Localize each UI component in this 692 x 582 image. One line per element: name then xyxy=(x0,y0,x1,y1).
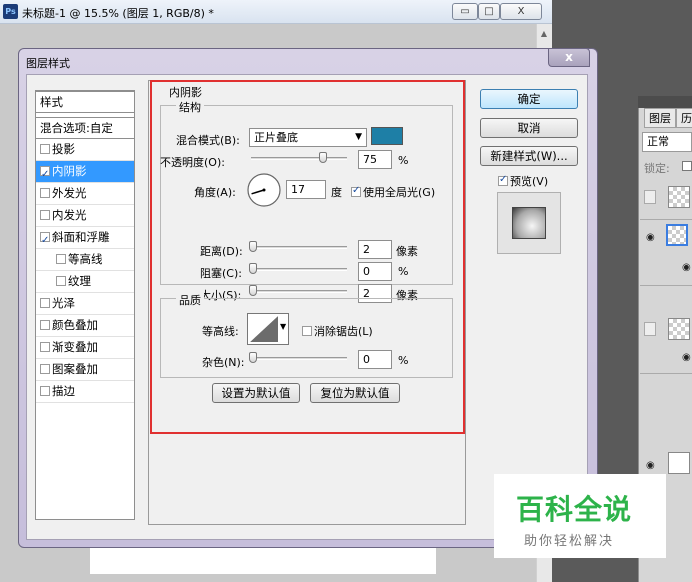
highlight-frame xyxy=(150,80,465,434)
inner-shadow-checkbox[interactable] xyxy=(40,164,50,185)
layers-panel-header xyxy=(638,96,692,108)
lock-transparency-checkbox[interactable] xyxy=(682,161,692,171)
style-item-label: 颜色叠加 xyxy=(52,318,98,332)
style-item-contour[interactable]: 等高线 xyxy=(36,249,134,271)
style-item-gradient-overlay[interactable]: 渐变叠加 xyxy=(36,337,134,359)
preview-label: 预览(V) xyxy=(510,175,549,188)
style-item-bevel-emboss[interactable]: 斜面和浮雕 xyxy=(36,227,134,251)
document-title: 未标题-1 @ 15.5% (图层 1, RGB/8) * xyxy=(22,7,214,20)
preview-swatch xyxy=(512,207,546,239)
tab-layers[interactable]: 图层 xyxy=(644,108,676,128)
preview-option[interactable]: 预览(V) xyxy=(498,173,548,189)
style-item-label: 纹理 xyxy=(68,274,91,288)
visibility-toggle[interactable] xyxy=(644,322,656,336)
layer-thumbnail xyxy=(668,186,690,208)
dialog-close-button[interactable]: x xyxy=(548,48,590,67)
blending-options-item[interactable]: 混合选项:自定 xyxy=(36,117,134,139)
style-item-label: 斜面和浮雕 xyxy=(52,230,110,244)
style-list: 样式 混合选项:自定 投影 内阴影 外发光 内发光 斜面和浮雕 等高线 纹理 光… xyxy=(35,90,135,520)
style-item-label: 内发光 xyxy=(52,208,87,222)
gradient-overlay-checkbox[interactable] xyxy=(40,342,50,352)
eye-icon[interactable]: ◉ xyxy=(682,262,692,273)
style-list-header[interactable]: 样式 xyxy=(36,91,134,113)
style-item-stroke[interactable]: 描边 xyxy=(36,381,134,403)
photoshop-icon: Ps xyxy=(3,4,18,19)
layer-row[interactable]: ◉ xyxy=(640,314,692,374)
style-item-label: 描边 xyxy=(52,384,75,398)
layer-thumbnail xyxy=(668,452,690,474)
style-item-label: 渐变叠加 xyxy=(52,340,98,354)
visibility-toggle[interactable] xyxy=(644,190,656,204)
drop-shadow-checkbox[interactable] xyxy=(40,144,50,154)
style-item-label: 光泽 xyxy=(52,296,75,310)
style-item-satin[interactable]: 光泽 xyxy=(36,293,134,315)
style-item-label: 外发光 xyxy=(52,186,87,200)
style-item-drop-shadow[interactable]: 投影 xyxy=(36,139,134,161)
style-item-pattern-overlay[interactable]: 图案叠加 xyxy=(36,359,134,381)
layer-thumbnail xyxy=(666,224,688,246)
layers-lock-label: 锁定: xyxy=(644,162,670,175)
dialog-title: 图层样式 xyxy=(26,57,70,70)
stroke-checkbox[interactable] xyxy=(40,386,50,396)
cancel-button[interactable]: 取消 xyxy=(480,118,578,138)
style-item-inner-glow[interactable]: 内发光 xyxy=(36,205,134,227)
preview-checkbox[interactable] xyxy=(498,174,508,186)
layers-blend-mode-select[interactable]: 正常 xyxy=(642,132,692,152)
style-item-texture[interactable]: 纹理 xyxy=(36,271,134,293)
tab-history[interactable]: 历 xyxy=(676,108,692,128)
layer-row[interactable] xyxy=(640,184,692,220)
satin-checkbox[interactable] xyxy=(40,298,50,308)
bevel-emboss-checkbox[interactable] xyxy=(40,230,50,251)
preview-box xyxy=(497,192,561,254)
style-item-label: 内阴影 xyxy=(52,164,87,178)
contour-checkbox[interactable] xyxy=(56,254,66,264)
style-item-inner-shadow[interactable]: 内阴影 xyxy=(36,161,134,185)
style-item-label: 投影 xyxy=(52,142,75,156)
style-item-outer-glow[interactable]: 外发光 xyxy=(36,183,134,205)
new-style-button[interactable]: 新建样式(W)... xyxy=(480,146,578,166)
outer-glow-checkbox[interactable] xyxy=(40,188,50,198)
style-item-color-overlay[interactable]: 颜色叠加 xyxy=(36,315,134,337)
ok-button[interactable]: 确定 xyxy=(480,89,578,109)
scroll-up-arrow-icon[interactable]: ▲ xyxy=(538,28,550,40)
watermark-title: 百科全说 xyxy=(516,493,633,526)
maximize-button[interactable]: □ xyxy=(478,3,500,20)
layer-thumbnail xyxy=(668,318,690,340)
style-item-label: 等高线 xyxy=(68,252,103,266)
document-close-button[interactable]: X xyxy=(500,3,542,20)
inner-glow-checkbox[interactable] xyxy=(40,210,50,220)
style-item-label: 图案叠加 xyxy=(52,362,98,376)
layer-row[interactable]: ◉ ◉ xyxy=(640,222,692,286)
pattern-overlay-checkbox[interactable] xyxy=(40,364,50,374)
eye-icon[interactable]: ◉ xyxy=(682,352,692,363)
eye-icon[interactable]: ◉ xyxy=(646,232,660,243)
minimize-button[interactable]: ▭ xyxy=(452,3,478,20)
watermark-subtitle: 助你轻松解决 xyxy=(524,534,615,549)
eye-icon[interactable]: ◉ xyxy=(646,460,660,471)
texture-checkbox[interactable] xyxy=(56,276,66,286)
color-overlay-checkbox[interactable] xyxy=(40,320,50,330)
